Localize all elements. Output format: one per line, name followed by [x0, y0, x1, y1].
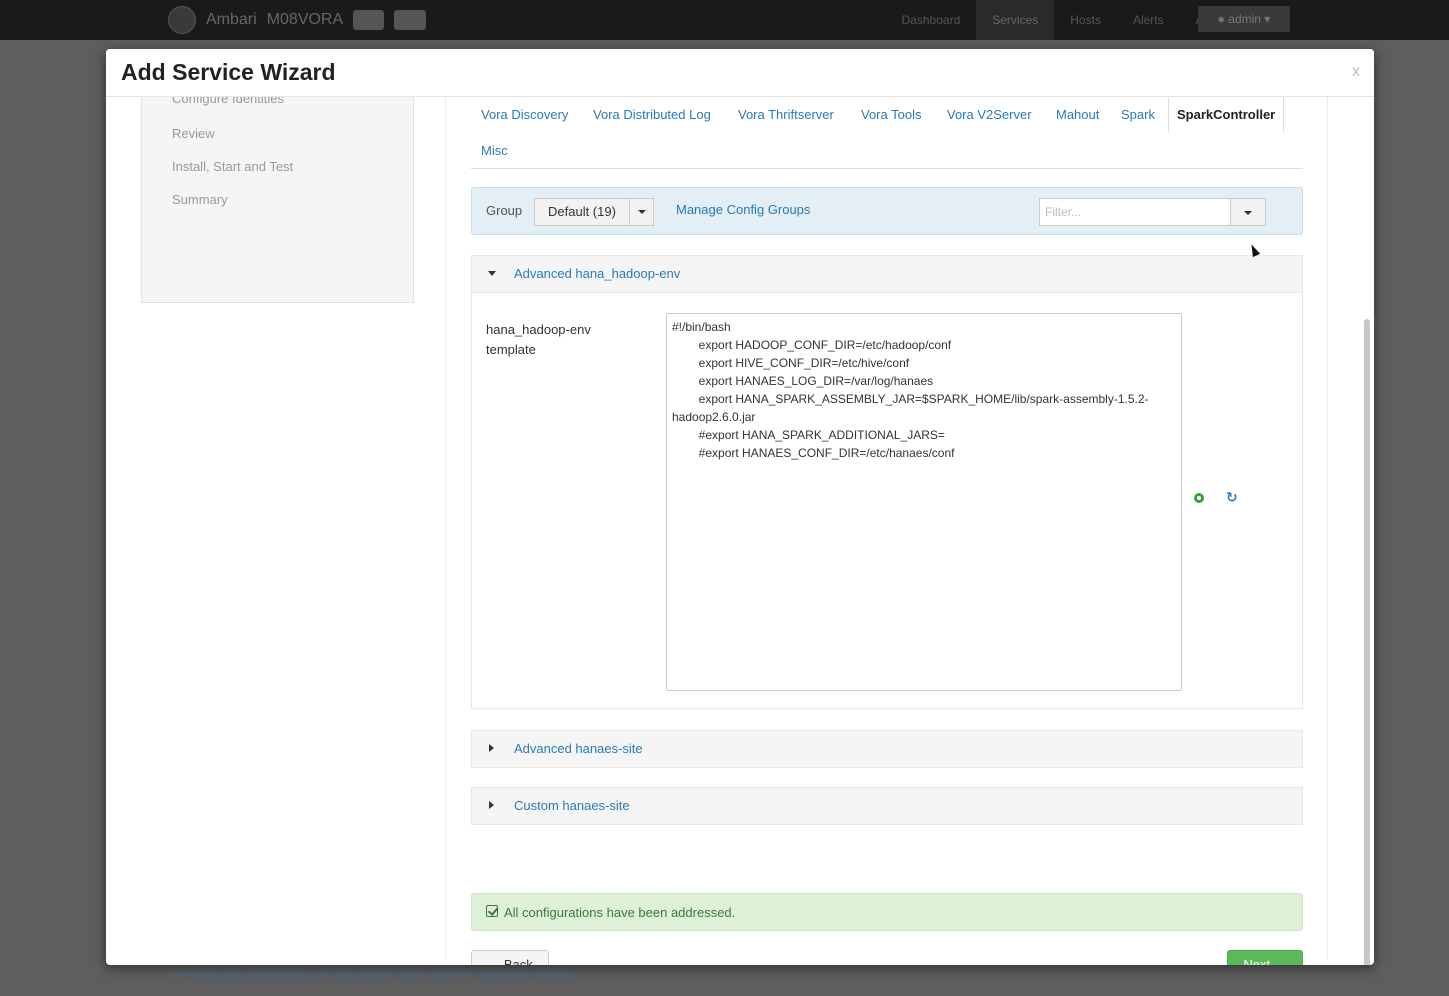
section-title[interactable]: Custom hanaes-site: [514, 798, 630, 813]
template-textarea[interactable]: [666, 313, 1182, 691]
tab-vora-distributed-log[interactable]: Vora Distributed Log: [593, 107, 711, 122]
caret-right-icon: [489, 744, 494, 752]
user-menu: ● admin ▾: [1198, 6, 1290, 32]
config-panel: Vora Discovery Vora Distributed Log Vora…: [445, 97, 1328, 965]
alert-message: All configurations have been addressed.: [504, 905, 736, 920]
modal-scrollbar[interactable]: [1362, 97, 1372, 965]
filter-input[interactable]: [1039, 198, 1231, 226]
section-custom-hanaes-site: Custom hanaes-site: [471, 787, 1303, 825]
config-toolbar: Group Default (19) Manage Config Groups: [471, 187, 1303, 235]
tab-sparkcontroller[interactable]: SparkController: [1168, 98, 1285, 132]
brand: Ambari M08VORA: [168, 6, 426, 34]
filter-dropdown-button[interactable]: [1231, 198, 1266, 226]
user-icon: ●: [1217, 12, 1225, 26]
back-button[interactable]: ← Back: [471, 950, 549, 965]
top-navbar: Ambari M08VORA Dashboard Services Hosts …: [0, 0, 1449, 40]
config-group-dropdown[interactable]: Default (19): [534, 198, 654, 226]
tab-vora-v2server[interactable]: Vora V2Server: [947, 107, 1032, 122]
nav-dashboard: Dashboard: [901, 13, 961, 27]
section-advanced-hanaes-site: Advanced hanaes-site: [471, 730, 1303, 768]
config-status-alert: All configurations have been addressed.: [471, 893, 1303, 931]
add-service-wizard-modal: Add Service Wizard x Configure Identitie…: [106, 49, 1374, 965]
wizard-steps: Configure Identities Review Install, Sta…: [141, 97, 414, 303]
service-tabs: Vora Discovery Vora Distributed Log Vora…: [471, 97, 1303, 169]
check-square-icon: [486, 905, 498, 917]
wizard-step-review[interactable]: Review: [172, 126, 215, 141]
modal-title: Add Service Wizard: [121, 59, 336, 85]
caret-down-icon: [488, 271, 496, 276]
tab-vora-tools[interactable]: Vora Tools: [861, 107, 921, 122]
plus-circle-icon[interactable]: [1194, 493, 1204, 503]
undo-icon[interactable]: ↻: [1226, 489, 1238, 506]
section-header[interactable]: Custom hanaes-site: [472, 788, 1302, 824]
wizard-step-install[interactable]: Install, Start and Test: [172, 159, 293, 174]
brand-name: Ambari: [206, 11, 257, 28]
tab-vora-discovery[interactable]: Vora Discovery: [481, 107, 568, 122]
wizard-step-configure-identities[interactable]: Configure Identities: [172, 97, 284, 106]
caret-right-icon: [489, 801, 494, 809]
tab-spark[interactable]: Spark: [1121, 107, 1155, 122]
section-header[interactable]: Advanced hanaes-site: [472, 731, 1302, 767]
cluster-name: M08VORA: [266, 11, 344, 28]
modal-body: Configure Identities Review Install, Sta…: [106, 97, 1374, 965]
manage-config-groups-link[interactable]: Manage Config Groups: [676, 202, 810, 217]
tab-mahout[interactable]: Mahout: [1056, 107, 1099, 122]
section-body: hana_hadoop-env template ↻: [472, 292, 1302, 708]
caret-down-icon: [637, 210, 646, 214]
property-label: hana_hadoop-env template: [486, 322, 591, 357]
footer-link: See third-party tools/resources that Amb…: [168, 968, 576, 982]
next-button[interactable]: Next →: [1227, 950, 1303, 965]
config-group-button[interactable]: Default (19): [534, 198, 630, 226]
modal-header: Add Service Wizard x: [106, 49, 1374, 97]
ambari-logo-icon: [168, 6, 196, 34]
section-title[interactable]: Advanced hana_hadoop-env: [514, 266, 680, 281]
nav-services: Services: [976, 0, 1055, 40]
scrollbar-thumb[interactable]: [1364, 319, 1370, 965]
section-header[interactable]: Advanced hana_hadoop-env: [472, 256, 1302, 292]
section-advanced-hana-hadoop-env: Advanced hana_hadoop-env hana_hadoop-env…: [471, 255, 1303, 709]
tab-vora-thriftserver[interactable]: Vora Thriftserver: [738, 107, 834, 122]
close-icon[interactable]: x: [1352, 63, 1360, 81]
caret-down-icon: [1244, 211, 1252, 215]
tab-misc[interactable]: Misc: [481, 143, 508, 158]
config-group-caret[interactable]: [629, 198, 654, 226]
alerts-badge: [394, 10, 426, 30]
section-title[interactable]: Advanced hanaes-site: [514, 741, 643, 756]
nav-hosts: Hosts: [1070, 13, 1101, 27]
nav-alerts: Alerts: [1132, 13, 1164, 27]
chevron-down-icon: ▾: [1264, 12, 1271, 26]
ops-badge: [353, 10, 385, 30]
user-name: admin: [1228, 12, 1261, 26]
wizard-step-summary[interactable]: Summary: [172, 192, 228, 207]
group-label: Group: [486, 203, 523, 218]
